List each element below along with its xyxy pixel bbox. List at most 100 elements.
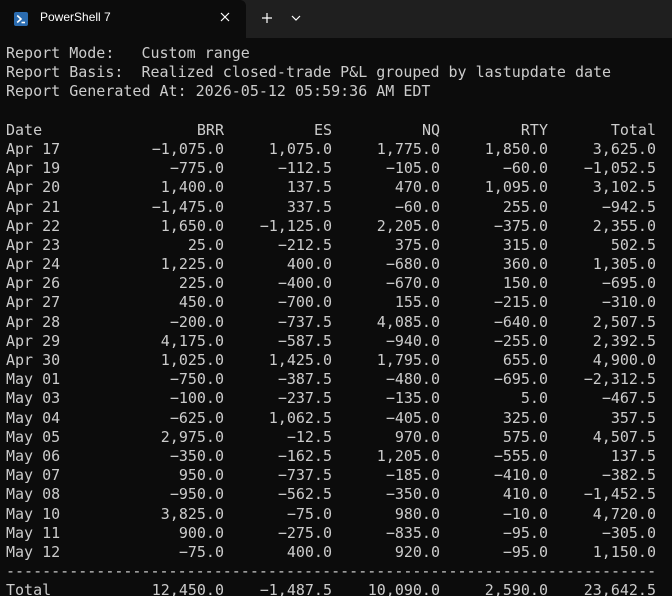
cell-brr: 1,225.0: [160, 255, 224, 274]
tab-title: PowerShell 7: [40, 10, 111, 24]
total-total: 23,642.5: [583, 581, 656, 596]
cell-total: 3,625.0: [592, 139, 656, 158]
header-total: Total: [610, 120, 656, 139]
cell-rty: 410.0: [502, 485, 548, 504]
cell-date: Apr 20: [6, 178, 61, 197]
cell-total: 357.5: [610, 408, 656, 427]
cell-date: Apr 30: [6, 351, 61, 369]
cell-date: May 10: [6, 504, 61, 523]
total-es: −1,487.5: [259, 581, 332, 596]
cell-date: Apr 27: [6, 293, 61, 312]
table-row: May 07 950.0 −737.5 −185.0 −410.0 −382.5: [6, 466, 668, 485]
cell-brr: −350.0: [169, 446, 224, 465]
cell-es: −700.0: [277, 293, 332, 312]
cell-total: 137.5: [610, 446, 656, 465]
cell-total: 2,392.5: [592, 331, 656, 350]
cell-nq: 980.0: [394, 504, 440, 523]
cell-rty: −60.0: [502, 159, 548, 178]
total-brr: 12,450.0: [151, 581, 224, 596]
cell-date: Apr 24: [6, 255, 61, 274]
table-header: Date BRR ES NQ RTY Total: [6, 121, 668, 140]
cell-date: Apr 28: [6, 312, 61, 331]
cell-total: −467.5: [601, 389, 656, 408]
total-nq: 10,090.0: [367, 581, 440, 596]
cell-rty: 315.0: [502, 235, 548, 254]
cell-brr: −625.0: [169, 408, 224, 427]
cell-nq: 4,085.0: [376, 312, 440, 331]
table-row: Apr 20 1,400.0 137.5 470.0 1,095.0 3,102.5: [6, 178, 668, 197]
table-row: Apr 28 −200.0 −737.5 4,085.0 −640.0 2,507.5: [6, 313, 668, 332]
cell-date: Apr 29: [6, 331, 61, 350]
cell-brr: 2,975.0: [160, 427, 224, 446]
cell-date: May 05: [6, 427, 61, 446]
cell-brr: −1,075.0: [151, 139, 224, 158]
cell-rty: 575.0: [502, 427, 548, 446]
cell-es: −587.5: [277, 331, 332, 350]
cell-brr: 3,825.0: [160, 504, 224, 523]
cell-nq: −350.0: [385, 485, 440, 504]
table-row: May 10 3,825.0 −75.0 980.0 −10.0 4,720.0: [6, 505, 668, 524]
cell-date: May 06: [6, 446, 61, 465]
cell-rty: −10.0: [502, 504, 548, 523]
close-icon[interactable]: [219, 11, 231, 23]
chevron-down-icon[interactable]: [291, 14, 301, 22]
cell-es: 400.0: [286, 542, 332, 561]
cell-date: Apr 17: [6, 139, 61, 158]
table-body: Apr 17 −1,075.0 1,075.0 1,775.0 1,850.0 3,625…: [6, 140, 668, 562]
table-row: Apr 23 25.0 −212.5 375.0 315.0 502.5: [6, 236, 668, 255]
cell-nq: −60.0: [394, 197, 440, 216]
table-row: Apr 24 1,225.0 400.0 −680.0 360.0 1,305.0: [6, 255, 668, 274]
terminal-window: PowerShell 7 Report Mode: Custom range R…: [0, 0, 672, 596]
cell-brr: 900.0: [178, 523, 224, 542]
cell-nq: 1,775.0: [376, 139, 440, 158]
table-row: Apr 22 1,650.0 −1,125.0 2,205.0 −375.0 2,355.…: [6, 217, 668, 236]
cell-rty: −640.0: [493, 312, 548, 331]
cell-rty: −255.0: [493, 331, 548, 350]
cell-nq: 155.0: [394, 293, 440, 312]
report-generated-line: Report Generated At: 2026-05-12 05:59:36…: [6, 82, 431, 101]
cell-total: 3,102.5: [592, 178, 656, 197]
cell-rty: −215.0: [493, 293, 548, 312]
cell-date: Apr 19: [6, 159, 61, 178]
table-row: Apr 30 1,025.0 1,425.0 1,795.0 655.0 4,900.0: [6, 351, 668, 370]
new-tab-icon[interactable]: [261, 12, 273, 24]
cell-total: 4,720.0: [592, 504, 656, 523]
separator-line: ----------------------------------------…: [6, 562, 656, 581]
header-brr: BRR: [196, 120, 224, 139]
table-row: May 03 −100.0 −237.5 −135.0 5.0 −467.5: [6, 389, 668, 408]
cell-rty: −410.0: [493, 466, 548, 485]
cell-es: −562.5: [277, 485, 332, 504]
cell-brr: 1,400.0: [160, 178, 224, 197]
header-date: Date: [6, 120, 43, 139]
cell-nq: −480.0: [385, 370, 440, 389]
cell-date: Apr 23: [6, 235, 61, 254]
table-row: Apr 21 −1,475.0 337.5 −60.0 255.0 −942.5: [6, 198, 668, 217]
header-nq: NQ: [421, 120, 440, 139]
console-output[interactable]: Report Mode: Custom range Report Basis: …: [6, 44, 668, 596]
cell-es: 1,425.0: [268, 351, 332, 369]
cell-brr: 4,175.0: [160, 331, 224, 350]
cell-es: −737.5: [277, 312, 332, 331]
cell-nq: 1,205.0: [376, 446, 440, 465]
cell-brr: −950.0: [169, 485, 224, 504]
cell-total: 4,507.5: [592, 427, 656, 446]
cell-date: May 11: [6, 523, 61, 542]
cell-es: −212.5: [277, 235, 332, 254]
cell-es: 1,075.0: [268, 139, 332, 158]
cell-rty: −555.0: [493, 446, 548, 465]
cell-total: 2,507.5: [592, 312, 656, 331]
total-rty: 2,590.0: [484, 581, 548, 596]
cell-brr: −750.0: [169, 370, 224, 389]
cell-nq: −940.0: [385, 331, 440, 350]
cell-total: −310.0: [601, 293, 656, 312]
cell-total: 502.5: [610, 235, 656, 254]
cell-nq: 970.0: [394, 427, 440, 446]
table-row: May 01 −750.0 −387.5 −480.0 −695.0 −2,312.5: [6, 370, 668, 389]
tab-powershell[interactable]: PowerShell 7: [0, 0, 246, 38]
cell-rty: 5.0: [520, 389, 548, 408]
cell-es: 1,062.5: [268, 408, 332, 427]
cell-brr: 950.0: [178, 466, 224, 485]
cell-brr: −100.0: [169, 389, 224, 408]
cell-nq: −680.0: [385, 255, 440, 274]
cell-nq: 2,205.0: [376, 216, 440, 235]
